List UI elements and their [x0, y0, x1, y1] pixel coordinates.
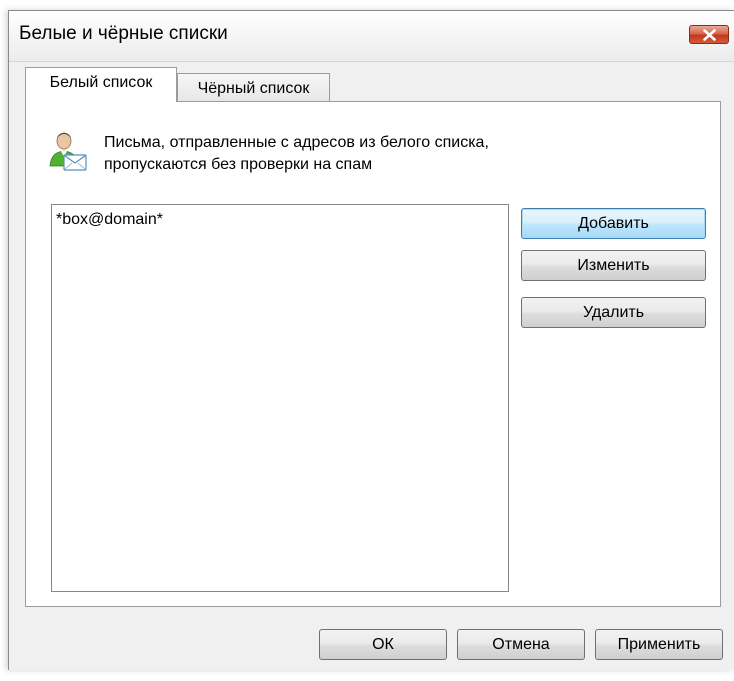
dialog-window: Белые и чёрные списки Белый список Чёрны…: [8, 10, 734, 670]
info-line-2: пропускаются без проверки на спам: [104, 156, 373, 173]
tab-whitelist[interactable]: Белый список: [25, 67, 177, 102]
cancel-button[interactable]: Отмена: [457, 629, 585, 660]
user-mail-icon: [48, 130, 88, 179]
add-button[interactable]: Добавить: [521, 208, 706, 239]
delete-button[interactable]: Удалить: [521, 297, 706, 328]
window-title: Белые и чёрные списки: [19, 23, 228, 44]
ok-button[interactable]: ОК: [319, 629, 447, 660]
close-icon: [703, 29, 716, 41]
apply-button[interactable]: Применить: [595, 629, 723, 660]
info-line-1: Письма, отправленные с адресов из белого…: [104, 134, 489, 151]
title-bar[interactable]: Белые и чёрные списки: [9, 11, 734, 62]
list-item[interactable]: *box@domain*: [56, 211, 163, 229]
tab-blacklist[interactable]: Чёрный список: [177, 73, 330, 103]
close-button[interactable]: [689, 25, 729, 44]
whitelist-panel: Письма, отправленные с адресов из белого…: [25, 101, 721, 607]
info-message: Письма, отправленные с адресов из белого…: [104, 132, 664, 176]
edit-button[interactable]: Изменить: [521, 250, 706, 281]
address-listbox[interactable]: *box@domain*: [51, 204, 509, 592]
